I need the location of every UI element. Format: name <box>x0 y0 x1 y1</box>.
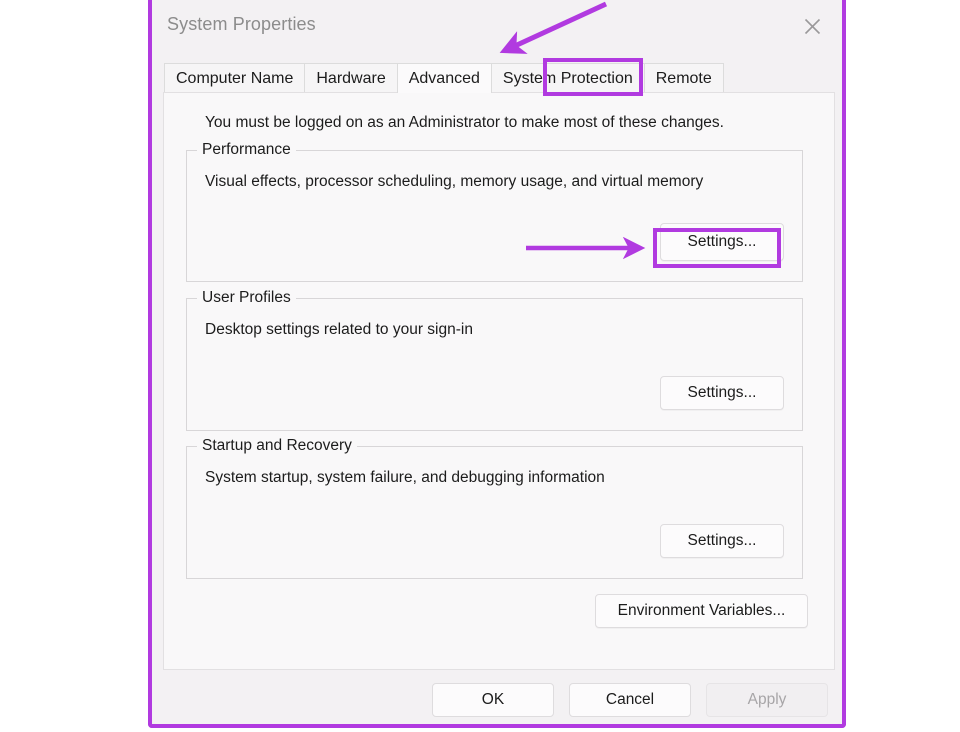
window-title: System Properties <box>167 14 316 34</box>
user-profiles-group: User Profiles Desktop settings related t… <box>186 289 803 431</box>
user-profiles-description: Desktop settings related to your sign-in <box>205 321 473 338</box>
tab-system-protection[interactable]: System Protection <box>490 63 645 93</box>
button-label: OK <box>481 691 505 708</box>
screenshot-root: System Properties Computer Name Hardware… <box>0 0 960 732</box>
button-label: Apply <box>747 691 787 708</box>
title-bar: System Properties <box>152 0 842 56</box>
tab-label: Computer Name <box>176 69 294 87</box>
system-properties-dialog: System Properties Computer Name Hardware… <box>152 0 842 724</box>
button-label: Settings... <box>687 532 757 549</box>
apply-button[interactable]: Apply <box>706 683 828 717</box>
close-icon[interactable] <box>790 6 834 46</box>
tab-label: Hardware <box>316 69 386 87</box>
startup-recovery-settings-button[interactable]: Settings... <box>660 524 784 558</box>
startup-recovery-group-label: Startup and Recovery <box>197 437 357 455</box>
user-profiles-group-label: User Profiles <box>197 289 296 307</box>
performance-group: Performance Visual effects, processor sc… <box>186 141 803 282</box>
tab-content-panel: You must be logged on as an Administrato… <box>163 92 835 670</box>
tab-computer-name[interactable]: Computer Name <box>164 63 306 93</box>
startup-recovery-group: Startup and Recovery System startup, sys… <box>186 437 803 579</box>
performance-description: Visual effects, processor scheduling, me… <box>205 173 704 190</box>
performance-group-label: Performance <box>197 141 296 159</box>
environment-variables-button[interactable]: Environment Variables... <box>595 594 808 628</box>
ok-button[interactable]: OK <box>432 683 554 717</box>
tab-remote[interactable]: Remote <box>643 63 724 93</box>
tab-hardware[interactable]: Hardware <box>304 63 398 93</box>
tab-label: Remote <box>655 69 712 87</box>
tab-advanced[interactable]: Advanced <box>396 63 492 93</box>
tab-strip: Computer Name Hardware Advanced System P… <box>164 62 836 93</box>
administrator-note: You must be logged on as an Administrato… <box>205 114 724 131</box>
tab-label: Advanced <box>408 69 480 87</box>
startup-recovery-description: System startup, system failure, and debu… <box>205 469 605 486</box>
button-label: Settings... <box>687 233 757 250</box>
performance-settings-button[interactable]: Settings... <box>660 223 784 261</box>
cancel-button[interactable]: Cancel <box>569 683 691 717</box>
button-label: Settings... <box>687 384 757 401</box>
button-label: Cancel <box>605 691 655 708</box>
user-profiles-settings-button[interactable]: Settings... <box>660 376 784 410</box>
button-label: Environment Variables... <box>617 602 786 619</box>
tab-label: System Protection <box>502 69 633 87</box>
